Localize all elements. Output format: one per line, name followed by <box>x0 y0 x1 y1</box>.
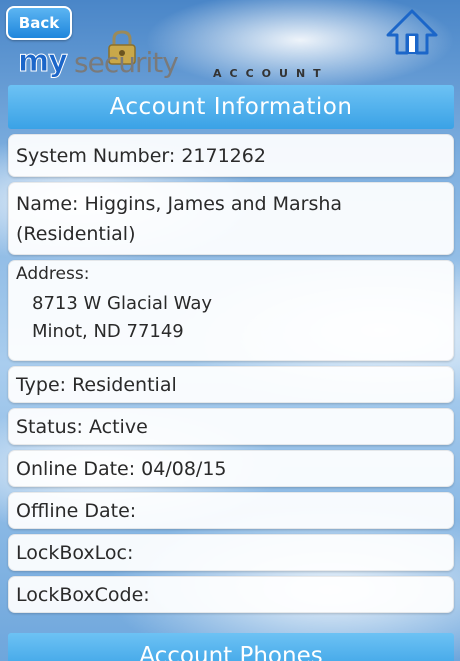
offline-date-field: Offline Date: <box>8 492 454 529</box>
back-button[interactable]: Back <box>6 6 72 40</box>
logo-my-text: my <box>18 44 69 80</box>
logo-security-text: security <box>74 46 179 79</box>
system-number-field: System Number: 2171262 <box>8 134 454 177</box>
address-label: Address: <box>16 264 90 284</box>
address-line-1: 8713 W Glacial Way <box>32 293 213 314</box>
section-header: Account Information <box>8 85 454 129</box>
status-field: Status: Active <box>8 408 454 445</box>
online-date-field: Online Date: 04/08/15 <box>8 450 454 487</box>
address-field: Address: 8713 W Glacial Way Minot, ND 77… <box>8 260 454 361</box>
lockbox-loc-field: LockBoxLoc: <box>8 534 454 571</box>
lockbox-code-field: LockBoxCode: <box>8 576 454 613</box>
section-header-account-phones: Account Phones <box>8 633 454 661</box>
logo-account-text: ACCOUNT <box>213 67 329 80</box>
mysecurity-logo: my security ACCOUNT <box>18 30 358 84</box>
account-info-panel: Account Information System Number: 21712… <box>8 85 454 613</box>
home-arrow-up-icon[interactable] <box>384 8 440 56</box>
type-field: Type: Residential <box>8 366 454 403</box>
name-field: Name: Higgins, James and Marsha (Residen… <box>8 182 454 255</box>
address-line-2: Minot, ND 77149 <box>32 321 184 342</box>
